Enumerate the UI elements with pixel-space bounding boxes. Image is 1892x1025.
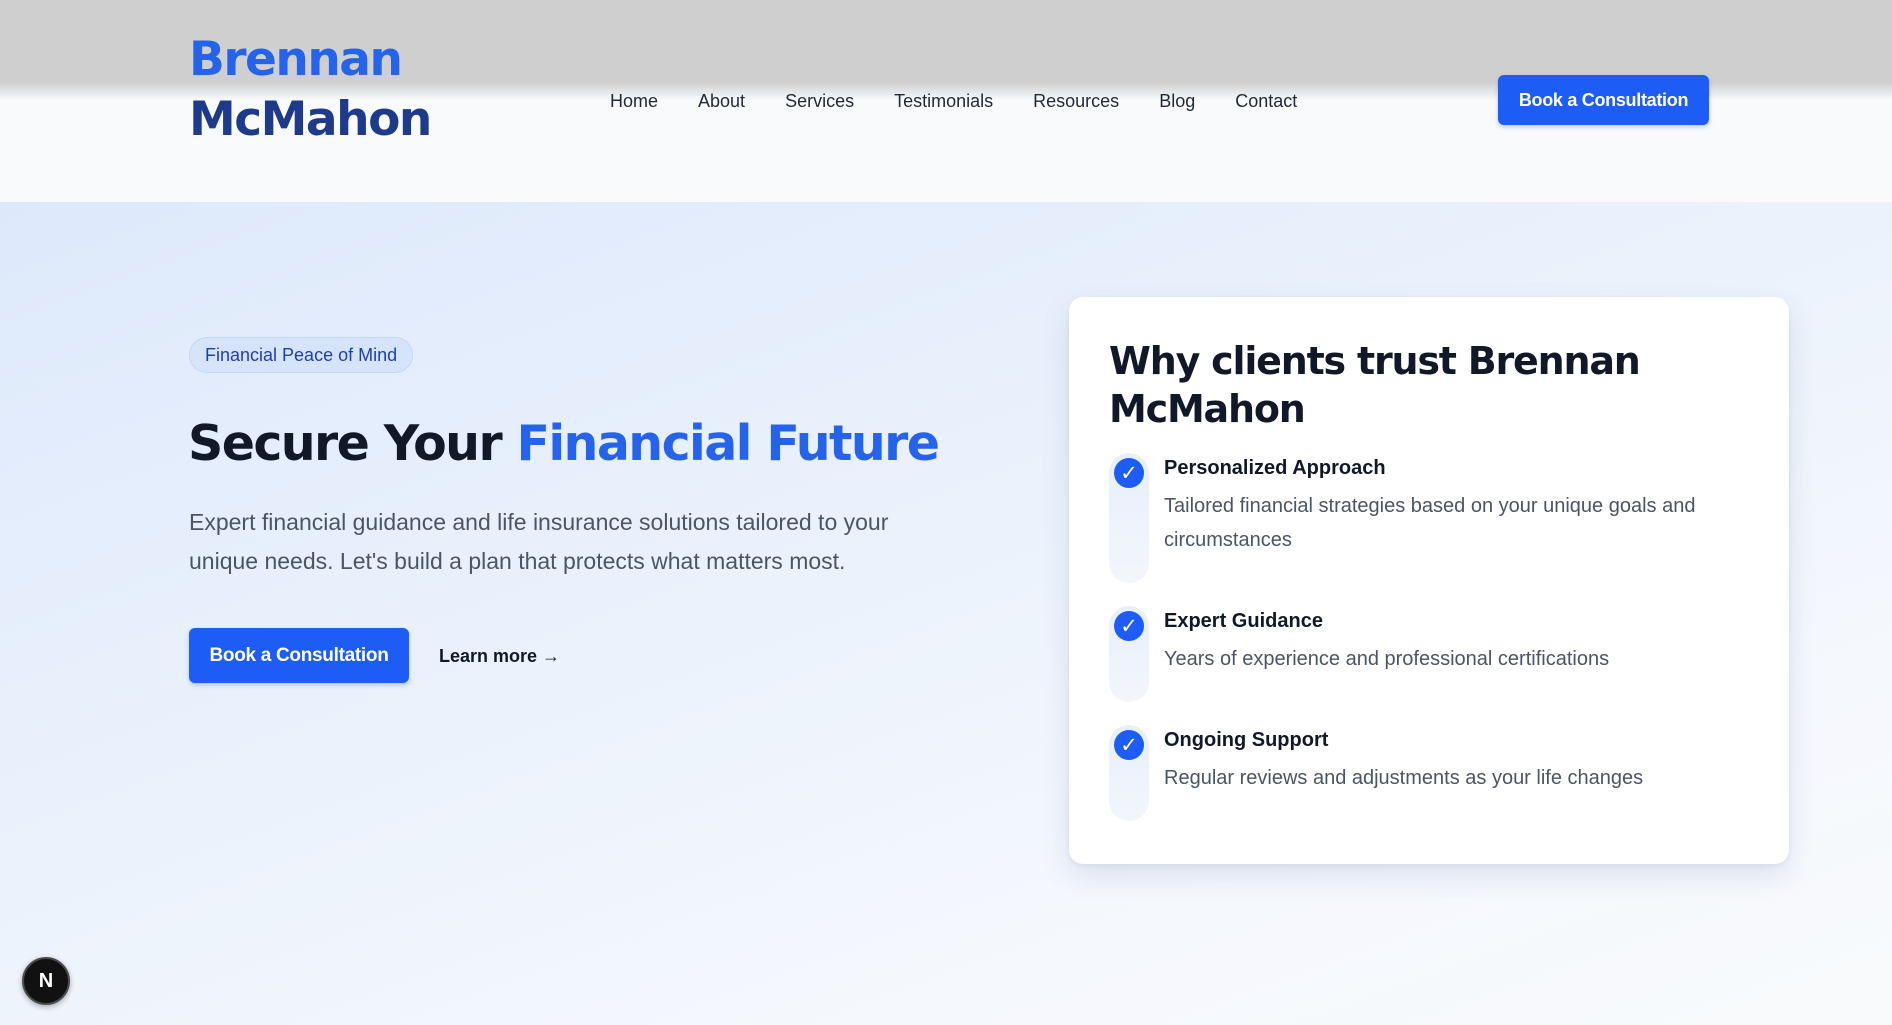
nav-link-home[interactable]: Home [610,86,658,116]
trust-card-title: Why clients trust Brennan McMahon [1109,339,1641,431]
check-icon: ✓ [1114,611,1144,641]
hero-book-consultation-button[interactable]: Book a Consultation [189,628,409,683]
main-nav: Home About Services Testimonials Resourc… [610,86,1337,116]
nav-link-about[interactable]: About [698,86,745,116]
logo-last-name: McMahon [189,92,432,147]
learn-more-link[interactable]: Learn more → [439,642,560,670]
nav-link-contact[interactable]: Contact [1235,86,1297,116]
check-icon: ✓ [1114,730,1144,760]
nav-link-testimonials[interactable]: Testimonials [894,86,993,116]
header-book-consultation-button[interactable]: Book a Consultation [1498,75,1709,125]
hero-badge: Financial Peace of Mind [189,337,414,373]
nav-link-services[interactable]: Services [785,86,854,116]
trust-item-title: Personalized Approach [1164,457,1386,479]
nav-link-resources[interactable]: Resources [1033,86,1119,116]
logo-first-name: Brennan [189,32,403,87]
trust-item-description: Years of experience and professional cer… [1164,648,1610,670]
site-header: Brennan McMahon Home About Services Test… [0,0,1892,202]
trust-item: ✓ Expert Guidance Years of experience an… [1109,606,1749,702]
trust-item-description: Tailored financial strategies based on y… [1164,495,1696,551]
trust-item: ✓ Personalized Approach Tailored financi… [1109,453,1749,583]
hero-description: Expert financial guidance and life insur… [189,509,889,574]
trust-item-title: Ongoing Support [1164,729,1329,751]
trust-item-title: Expert Guidance [1164,610,1323,632]
check-icon: ✓ [1114,458,1144,488]
hero-title-plain: Secure Your [188,415,517,472]
hero-title-accent: Financial Future [516,415,939,472]
trust-item: ✓ Ongoing Support Regular reviews and ad… [1109,725,1749,821]
trust-item-description: Regular reviews and adjustments as your … [1164,767,1644,789]
logo[interactable]: Brennan McMahon [189,30,432,150]
nav-link-blog[interactable]: Blog [1159,86,1195,116]
dev-tools-indicator-button[interactable]: N [22,957,70,1005]
trust-card: Why clients trust Brennan McMahon ✓ Pers… [1069,297,1789,864]
hero-title: Secure Your Financial Future [188,412,1088,476]
